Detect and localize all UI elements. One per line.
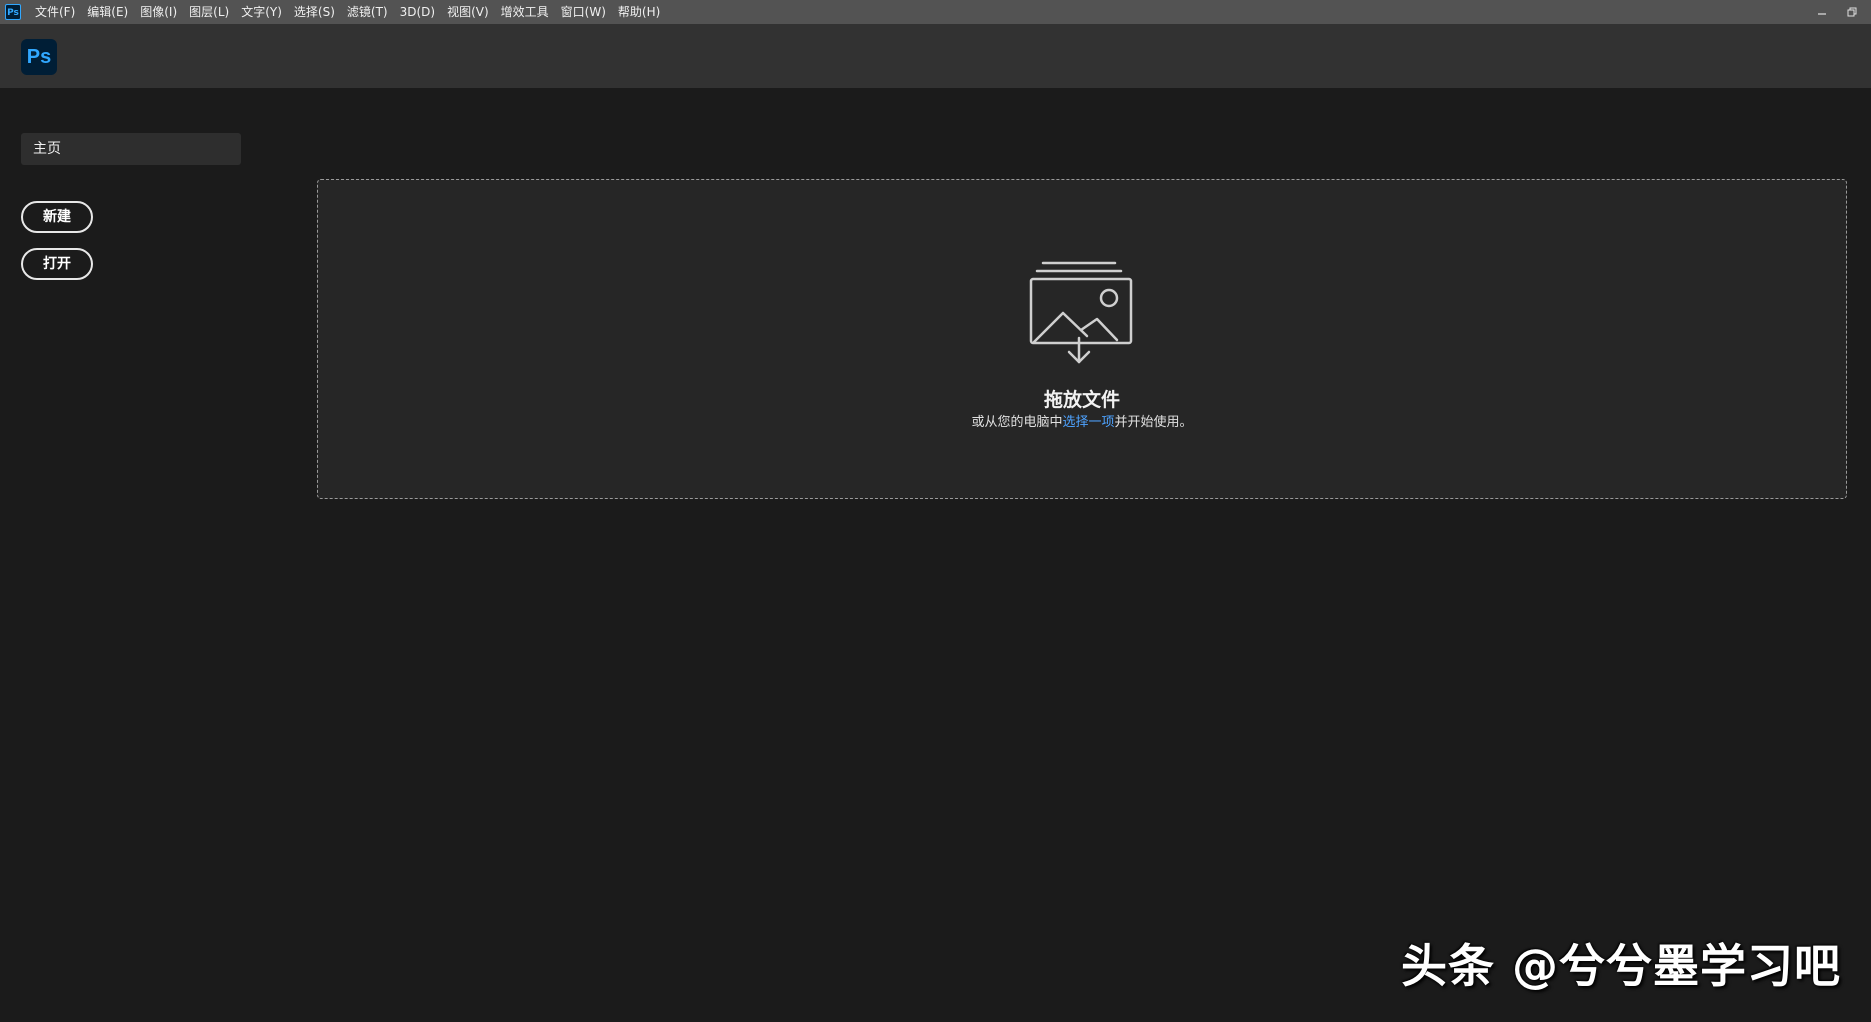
photoshop-home-screen: Ps 文件(F) 编辑(E) 图像(I) 图层(L) 文字(Y) 选择(S) 滤… — [0, 0, 1871, 1022]
image-stack-download-icon — [1029, 261, 1133, 364]
menu-layer[interactable]: 图层(L) — [183, 0, 235, 24]
menu-image[interactable]: 图像(I) — [134, 0, 183, 24]
menu-view[interactable]: 视图(V) — [441, 0, 495, 24]
restore-icon — [1847, 7, 1857, 16]
menu-3d[interactable]: 3D(D) — [394, 0, 441, 24]
header-bar: Ps — [0, 24, 1871, 88]
drop-subtitle-suffix: 并开始使用。 — [1114, 415, 1193, 430]
menu-help[interactable]: 帮助(H) — [612, 0, 666, 24]
watermark: 头条 @兮兮墨学习吧 — [1400, 939, 1841, 993]
menu-filter[interactable]: 滤镜(T) — [341, 0, 394, 24]
menu-edit[interactable]: 编辑(E) — [81, 0, 134, 24]
drop-subtitle: 或从您的电脑中选择一项并开始使用。 — [318, 411, 1846, 430]
drop-title: 拖放文件 — [1043, 389, 1120, 411]
menu-file[interactable]: 文件(F) — [29, 0, 81, 24]
select-file-link[interactable]: 选择一项 — [1062, 415, 1114, 430]
menu-bar: Ps 文件(F) 编辑(E) 图像(I) 图层(L) 文字(Y) 选择(S) 滤… — [0, 0, 1871, 24]
menu-type[interactable]: 文字(Y) — [235, 0, 288, 24]
window-controls — [1809, 3, 1865, 20]
file-drop-zone[interactable]: 拖放文件 或从您的电脑中选择一项并开始使用。 — [317, 179, 1847, 499]
menu-select[interactable]: 选择(S) — [288, 0, 341, 24]
menu-plugins[interactable]: 增效工具 — [495, 0, 555, 24]
ps-logo: Ps — [21, 39, 57, 75]
new-button[interactable]: 新建 — [21, 201, 93, 233]
open-button[interactable]: 打开 — [21, 248, 93, 280]
app-icon[interactable]: Ps — [5, 4, 21, 20]
minimize-icon — [1818, 12, 1826, 15]
restore-button[interactable] — [1839, 3, 1865, 20]
menu-window[interactable]: 窗口(W) — [555, 0, 612, 24]
minimize-button[interactable] — [1809, 3, 1835, 20]
sidebar-item-home[interactable]: 主页 — [21, 133, 241, 165]
drop-subtitle-prefix: 或从您的电脑中 — [971, 415, 1063, 430]
